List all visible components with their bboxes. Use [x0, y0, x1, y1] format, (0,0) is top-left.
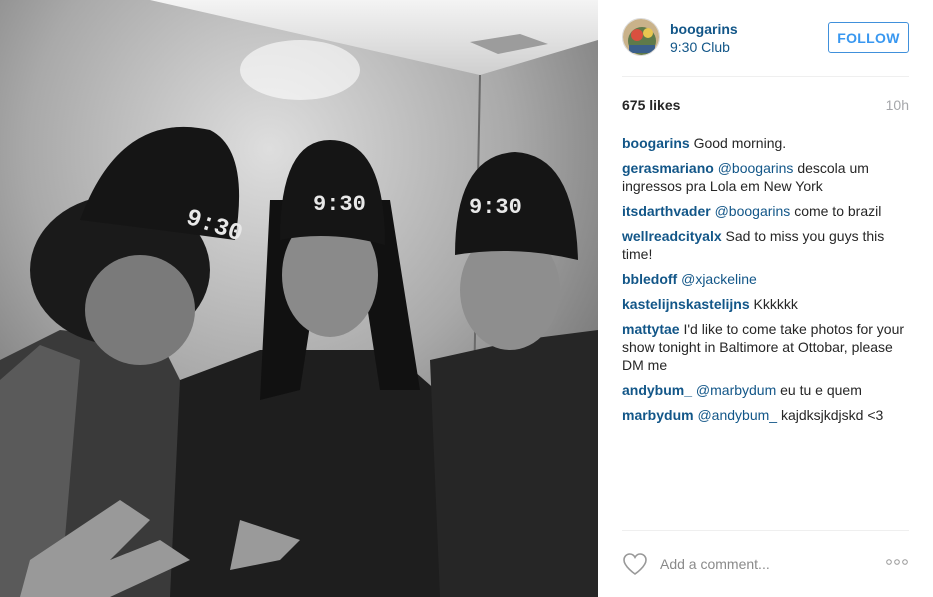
post-photo-image: 9:30 9:30 9:30 [0, 0, 598, 597]
comment-mention[interactable]: @xjackeline [681, 271, 757, 287]
comment-item: bbledoff @xjackeline [622, 270, 909, 288]
heart-outline-icon[interactable] [622, 552, 648, 576]
avatar-image [623, 19, 659, 55]
post-details-panel: boogarins 9:30 Club FOLLOW 675 likes 10h… [598, 0, 933, 597]
comment-item: boogarins Good morning. [622, 134, 909, 152]
post-location[interactable]: 9:30 Club [670, 39, 730, 55]
add-comment-input[interactable] [660, 554, 860, 574]
comment-text: kajdksjkdjskd <3 [780, 407, 884, 423]
post-username[interactable]: boogarins [670, 21, 738, 37]
comment-username[interactable]: marbydum [622, 407, 694, 423]
header-divider [622, 76, 909, 77]
beanie-logo-right: 9:30 [469, 195, 522, 220]
post-actions [622, 548, 909, 578]
more-options-icon[interactable] [885, 558, 909, 566]
avatar[interactable] [622, 18, 660, 56]
comment-mention[interactable]: @boogarins [715, 203, 791, 219]
comment-username[interactable]: bbledoff [622, 271, 677, 287]
post-time[interactable]: 10h [886, 97, 909, 113]
post-photo[interactable]: 9:30 9:30 9:30 [0, 0, 598, 597]
comment-username[interactable]: boogarins [622, 135, 690, 151]
comment-text: Good morning. [693, 135, 787, 151]
comment-text: come to brazil [794, 203, 882, 219]
likes-count[interactable]: 675 likes [622, 97, 680, 113]
comment-item: marbydum @andybum_ kajdksjkdjskd <3 [622, 406, 909, 424]
comment-username[interactable]: andybum_ [622, 382, 692, 398]
comment-username[interactable]: gerasmariano [622, 160, 714, 176]
comment-item: kastelijnskastelijns Kkkkkk [622, 295, 909, 313]
comment-username[interactable]: kastelijnskastelijns [622, 296, 750, 312]
comment-mention[interactable]: @andybum_ [697, 407, 777, 423]
comment-item: wellreadcityalx Sad to miss you guys thi… [622, 227, 909, 263]
comment-mention[interactable]: @marbydum [696, 382, 776, 398]
comments-list: boogarins Good morning. gerasmariano @bo… [622, 134, 909, 431]
comment-text: Kkkkkk [753, 296, 798, 312]
post-header: boogarins 9:30 Club FOLLOW [622, 18, 909, 58]
comment-item: mattytae I'd like to come take photos fo… [622, 320, 909, 374]
comment-text: eu tu e quem [780, 382, 862, 398]
comment-item: andybum_ @marbydum eu tu e quem [622, 381, 909, 399]
comment-item: gerasmariano @boogarins descola um ingre… [622, 159, 909, 195]
comment-item: itsdarthvader @boogarins come to brazil [622, 202, 909, 220]
comment-username[interactable]: itsdarthvader [622, 203, 711, 219]
beanie-logo-middle: 9:30 [313, 192, 366, 217]
comment-username[interactable]: wellreadcityalx [622, 228, 722, 244]
comment-mention[interactable]: @boogarins [718, 160, 794, 176]
comment-username[interactable]: mattytae [622, 321, 680, 337]
actions-divider [622, 530, 909, 531]
follow-button[interactable]: FOLLOW [828, 22, 909, 53]
